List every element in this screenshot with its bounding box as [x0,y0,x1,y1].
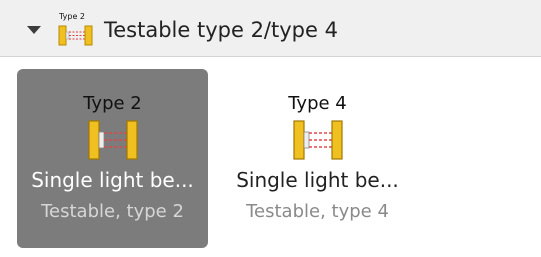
light-beam-icon [87,120,138,160]
light-beam-icon [292,120,343,160]
light-beam-graphic [58,25,93,46]
tile-name: Single light be... [31,168,194,192]
device-tile-type-4[interactable]: Type 4 Single light be... Testable, type… [222,69,413,248]
group-header[interactable]: Type 2 Testable type 2/type 4 [0,0,541,57]
tile-name: Single light be... [236,168,399,192]
tile-type-label: Type 2 [83,93,142,114]
light-beam-icon: Type 2 [57,12,95,48]
header-icon-label: Type 2 [59,12,86,21]
chevron-down-icon[interactable] [27,26,41,34]
device-tile-type-2[interactable]: Type 2 Single light be... Testable, type… [17,69,208,248]
tile-subtitle: Testable, type 2 [41,201,184,222]
tile-type-label: Type 4 [288,93,347,114]
tile-subtitle: Testable, type 4 [246,201,389,222]
group-title: Testable type 2/type 4 [104,18,338,42]
